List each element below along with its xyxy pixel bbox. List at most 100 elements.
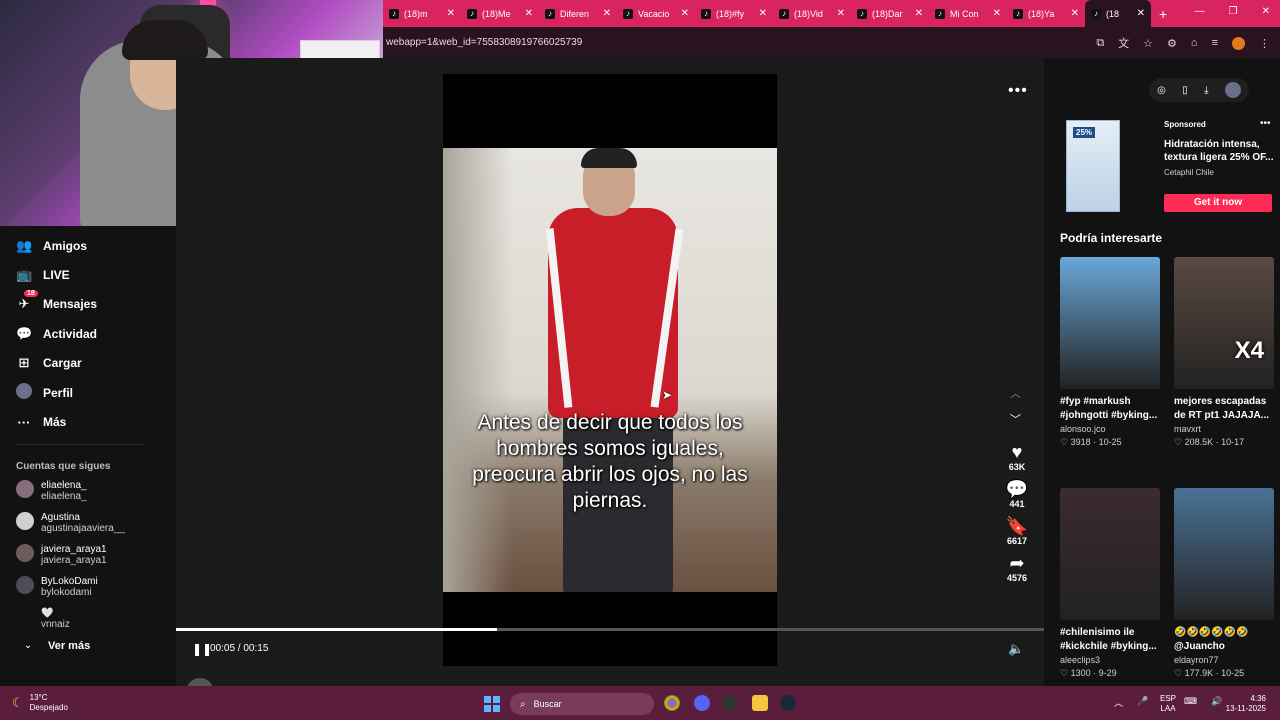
recommended-video[interactable]: #chilenisimo ile #kickchile #byking... al… [1060,488,1160,679]
messages-icon: ✈ 18 [16,290,38,312]
sidebar-item-ms[interactable]: ··· Más [0,407,176,436]
file-explorer-icon[interactable] [752,695,768,711]
video-author[interactable]: mavxrt [1174,424,1274,434]
sidebar-item-live[interactable]: 📺 LIVE [0,260,176,289]
obs-icon[interactable] [722,695,738,711]
video-author[interactable]: alonsoo.jco [1060,424,1160,434]
steam-icon[interactable] [780,695,796,711]
ad-cta-button[interactable]: Get it now [1164,194,1272,212]
browser-tab[interactable]: ♪ (18)Me ✕ [461,0,539,27]
close-window-icon[interactable]: ✕ [1262,6,1270,17]
comment-button[interactable]: 💬 441 [1002,479,1032,509]
close-icon[interactable]: ✕ [525,8,533,19]
coin-icon[interactable]: ◎ [1157,85,1166,96]
close-icon[interactable]: ✕ [759,8,767,19]
video-thumbnail[interactable] [1060,488,1160,620]
clock[interactable]: 4:36 13-11-2025 [1224,694,1266,714]
close-icon[interactable]: ✕ [915,8,923,19]
download-icon[interactable]: ⤓ [1204,85,1208,96]
microphone-icon[interactable]: 🎤 [1137,696,1148,709]
maximize-icon[interactable]: ❐ [1229,6,1238,17]
video-title[interactable]: 🤣🤣🤣🤣🤣🤣 @Juancho [1174,626,1274,654]
browser-tab[interactable]: ♪ (18)#fy ✕ [695,0,773,27]
followed-account[interactable]: 🤍 vnnaiz [0,607,176,632]
recommended-video[interactable]: X4 mejores escapadas de RT pt1 JAJAJA... m… [1174,257,1274,448]
install-icon[interactable]: ⧉ [1096,37,1104,50]
see-more-button[interactable]: ⌄ Ver más [0,640,176,652]
phone-icon[interactable]: ▯ [1182,85,1188,96]
url-text[interactable]: webapp=1&web_id=7558308919766025739 [386,37,582,48]
close-icon[interactable]: ✕ [1071,8,1079,19]
browser-tab[interactable]: ♪ Vacacio ✕ [617,0,695,27]
sidebar-item-cargar[interactable]: ⊞ Cargar [0,349,176,378]
minimize-icon[interactable]: — [1195,6,1205,17]
close-icon[interactable]: ✕ [681,8,689,19]
close-icon[interactable]: ✕ [1137,8,1145,19]
video-player[interactable]: Antes de decir que todos los hombres som… [176,58,1044,706]
new-tab-button[interactable]: + [1159,6,1167,22]
more-options-icon[interactable]: ••• [1008,82,1028,100]
followed-account[interactable]: javiera_araya1 javiera_araya1 [0,543,176,568]
chevron-up-icon[interactable]: ︿ [1114,696,1123,709]
followed-account[interactable]: Agustina agustinajaaviera__ [0,511,176,536]
video-title[interactable]: #fyp #markush #johngotti #byking... [1060,395,1160,423]
browser-tab[interactable]: ♪ (18 ✕ [1085,0,1151,27]
extensions-icon[interactable]: ⚙ [1167,37,1177,50]
sidebar-item-mensajes[interactable]: ✈ 18 Mensajes [0,290,176,319]
media-icon[interactable]: ≡ [1212,37,1218,49]
browser-tab[interactable]: ♪ (18)m ✕ [383,0,461,27]
video-pane[interactable]: Antes de decir que todos los hombres som… [443,74,777,666]
ad-title[interactable]: Hidratación intensa, textura ligera 25% … [1164,138,1274,164]
bookmark-star-icon[interactable]: ☆ [1143,37,1153,50]
close-icon[interactable]: ✕ [447,8,455,19]
vpn-icon[interactable]: ⌂ [1191,37,1198,49]
sponsored-ad[interactable]: 25% Sponsored ••• Hidratación intensa, t… [1060,118,1276,214]
followed-account[interactable]: ByLokoDami bylokodami [0,575,176,600]
language-indicator[interactable]: ESP LAA [1160,694,1176,714]
menu-kebab-icon[interactable]: ⋮ [1259,37,1270,50]
sidebar-item-amigos[interactable]: 👥 Amigos [0,231,176,260]
close-icon[interactable]: ✕ [993,8,1001,19]
windows-start-icon[interactable] [484,696,500,712]
weather-widget[interactable]: ☾ 13°C Despejado [12,693,68,713]
video-title[interactable]: #chilenisimo ile #kickchile #byking... [1060,626,1160,654]
discord-icon[interactable] [694,695,710,711]
save-count: 6617 [1006,536,1028,546]
ad-more-icon[interactable]: ••• [1260,118,1271,129]
volume-icon[interactable]: 🔈 [1008,641,1024,657]
taskbar-search[interactable]: ⌕ Buscar [510,693,654,715]
chevron-down-icon[interactable]: ﹀ [1010,411,1021,427]
sidebar-item-perfil[interactable]: Perfil [0,378,176,407]
chrome-icon[interactable] [664,695,680,711]
video-thumbnail[interactable] [1174,488,1274,620]
followed-account[interactable]: eliaelena_ eliaelena_ [0,479,176,504]
sidebar-item-actividad[interactable]: 💬 Actividad [0,319,176,348]
video-author[interactable]: eldayron77 [1174,655,1274,665]
browser-tab[interactable]: ♪ Mi Con ✕ [929,0,1007,27]
browser-tab[interactable]: ♪ Diferen ✕ [539,0,617,27]
video-title[interactable]: mejores escapadas de RT pt1 JAJAJA... [1174,395,1274,423]
video-thumbnail[interactable]: X4 [1174,257,1274,389]
chevron-up-icon[interactable]: ︿ [1010,385,1021,401]
video-author[interactable]: aleeclips3 [1060,655,1160,665]
close-icon[interactable]: ✕ [837,8,845,19]
save-button[interactable]: 🔖 6617 [1002,516,1032,546]
recommended-video[interactable]: #fyp #markush #johngotti #byking... alons… [1060,257,1160,448]
video-thumbnail[interactable] [1060,257,1160,389]
speaker-icon[interactable]: 🔊 [1211,696,1222,707]
translate-icon[interactable]: 文 [1118,35,1129,51]
address-bar[interactable]: webapp=1&web_id=7558308919766025739 ⧉ 文 … [383,27,1280,58]
ad-product-image[interactable]: 25% [1066,120,1120,212]
network-icon[interactable]: ⌨ [1184,696,1197,707]
close-icon[interactable]: ✕ [603,8,611,19]
user-avatar[interactable] [1224,82,1241,98]
browser-tab[interactable]: ♪ (18)Ya ✕ [1007,0,1085,27]
recommended-video[interactable]: 🤣🤣🤣🤣🤣🤣 @Juancho eldayron77 ♡ 177.9K · 10-2… [1174,488,1274,679]
browser-tab[interactable]: ♪ (18)Vid ✕ [773,0,851,27]
progress-bar[interactable] [176,628,1044,631]
browser-tab[interactable]: ♪ (18)Dar ✕ [851,0,929,27]
like-button[interactable]: ♥ 63K [1002,442,1032,472]
video-frame[interactable]: Antes de decir que todos los hombres som… [443,148,777,592]
share-button[interactable]: ➦ 4576 [1002,553,1032,583]
profile-avatar[interactable] [1232,36,1245,50]
